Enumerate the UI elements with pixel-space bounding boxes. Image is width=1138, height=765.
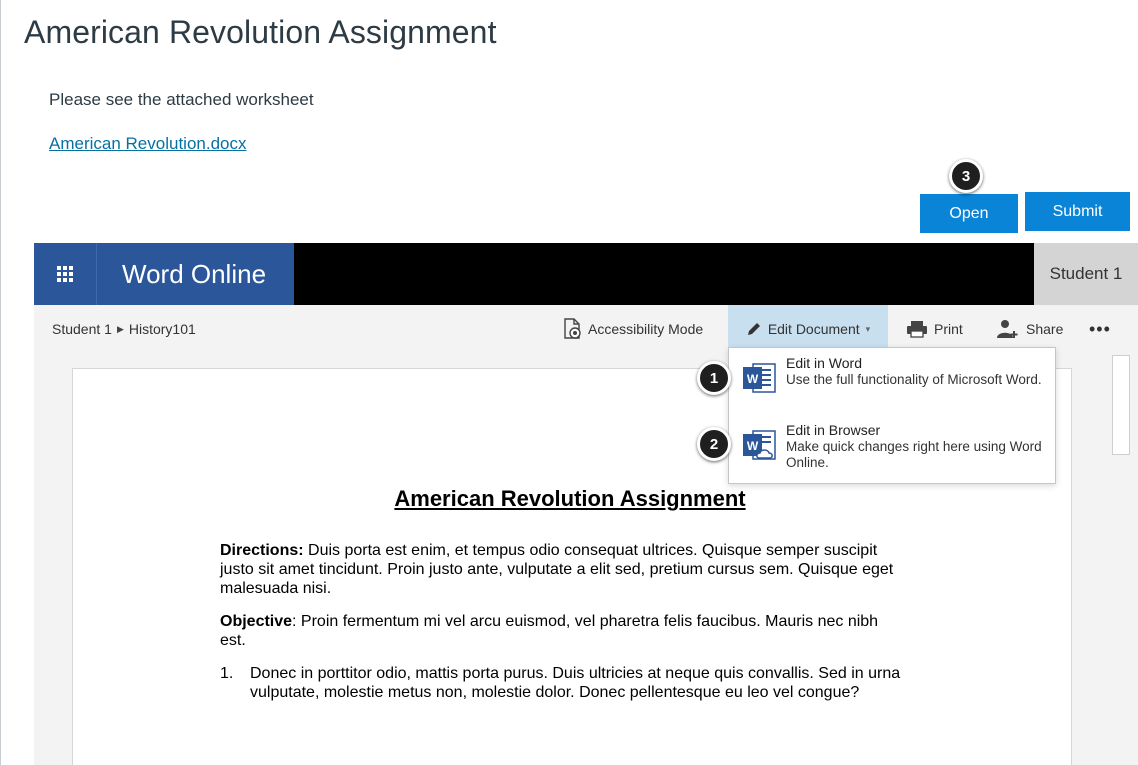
breadcrumb-folder[interactable]: History101 <box>129 321 196 337</box>
objective-label: Objective <box>220 613 293 630</box>
user-account[interactable]: Student 1 <box>1034 243 1138 305</box>
svg-text:W: W <box>747 439 759 453</box>
open-button[interactable]: Open <box>920 194 1018 233</box>
menu-item-edit-in-word[interactable]: W Edit in Word Use the full functionalit… <box>729 352 1055 418</box>
accessibility-mode-label: Accessibility Mode <box>588 321 704 337</box>
step-callout-3: 3 <box>949 159 983 193</box>
printer-icon <box>907 321 927 338</box>
menu-item-title: Edit in Word <box>786 355 862 371</box>
print-button[interactable]: Print <box>906 305 963 353</box>
directions-text: Duis porta est enim, et tempus odio cons… <box>220 542 894 597</box>
assignment-description: Please see the attached worksheet <box>49 90 314 109</box>
list-text: Donec in porttitor odio, mattis porta pu… <box>250 665 901 701</box>
menu-item-title: Edit in Browser <box>786 422 881 438</box>
word-online-brand[interactable]: Word Online <box>96 243 294 305</box>
directions-label: Directions: <box>220 542 304 559</box>
word-online-icon: W <box>743 430 776 460</box>
step-callout-1: 1 <box>697 361 731 395</box>
print-label: Print <box>934 321 963 337</box>
chevron-right-icon: ▶ <box>116 323 124 334</box>
app-launcher-icon[interactable] <box>34 243 96 305</box>
pencil-icon <box>747 323 760 335</box>
share-person-icon <box>997 320 1018 338</box>
word-online-toolbar: Student 1 ▶ History101 Accessibility Mod… <box>34 305 1138 353</box>
scrollbar[interactable] <box>1112 355 1130 455</box>
chevron-down-icon: ▾ <box>865 323 871 334</box>
word-icon: W <box>743 363 776 393</box>
more-options-icon[interactable]: ••• <box>1089 305 1111 353</box>
word-online-header: Word Online Student 1 <box>34 243 1138 305</box>
breadcrumb-user[interactable]: Student 1 <box>52 321 112 337</box>
menu-item-description: Make quick changes right here using Word… <box>786 439 1042 470</box>
share-button[interactable]: Share <box>996 305 1063 353</box>
edit-document-label: Edit Document <box>767 321 860 337</box>
document-title: American Revolution Assignment <box>394 486 746 511</box>
accessibility-mode-button[interactable]: Accessibility Mode <box>562 305 703 353</box>
menu-item-edit-in-browser[interactable]: W Edit in Browser Make quick changes rig… <box>729 419 1055 485</box>
attached-file-link[interactable]: American Revolution.docx <box>49 134 246 154</box>
page-title: American Revolution Assignment <box>24 14 497 50</box>
accessibility-document-icon <box>564 318 581 339</box>
share-label: Share <box>1026 321 1064 337</box>
breadcrumb: Student 1 ▶ History101 <box>52 321 196 337</box>
directions-paragraph: Directions: Duis porta est enim, et temp… <box>220 541 905 598</box>
objective-paragraph: Objective: Proin fermentum mi vel arcu e… <box>220 612 905 650</box>
objective-text: : Proin fermentum mi vel arcu euismod, v… <box>220 613 879 649</box>
svg-text:W: W <box>747 372 759 386</box>
step-callout-2: 2 <box>697 427 731 461</box>
submit-button[interactable]: Submit <box>1025 192 1130 231</box>
edit-document-menu: W Edit in Word Use the full functionalit… <box>728 347 1056 484</box>
menu-item-description: Use the full functionality of Microsoft … <box>786 372 1042 387</box>
list-number: 1. <box>220 665 234 682</box>
edit-document-button[interactable]: Edit Document ▾ <box>728 305 888 353</box>
